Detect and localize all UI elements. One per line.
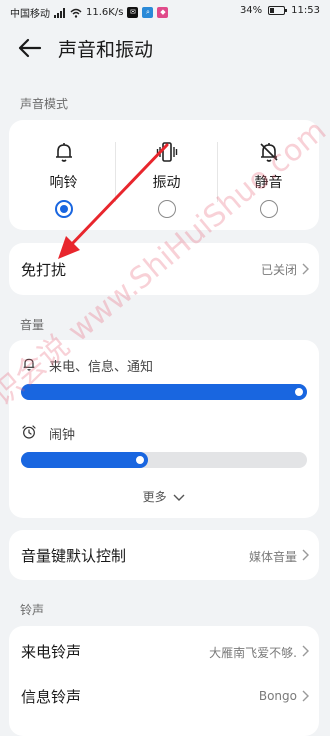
volume-ring-slider[interactable] [21, 384, 307, 400]
ringtone-row-call[interactable]: 来电铃声 大雁南飞爱不够. [9, 626, 319, 672]
bell-icon [23, 358, 35, 371]
page-title: 声音和振动 [58, 39, 154, 61]
volume-ring-fill [21, 384, 307, 400]
carrier-label: 中国移动 [10, 9, 50, 20]
dnd-row[interactable]: 免打扰 已关闭 [9, 243, 319, 295]
signal-icon [54, 7, 65, 18]
section-label-sound-mode: 声音模式 [20, 97, 69, 111]
battery-percent: 34% [239, 5, 263, 16]
search-app-icon: ⌕ [142, 7, 154, 18]
arrow-left-icon[interactable] [16, 36, 42, 60]
chevron-right-icon [302, 549, 309, 561]
volume-card: 来电、信息、通知 闹钟 更多 [9, 340, 319, 518]
ringtone-call-value: 大雁南飞爱不够. [209, 646, 297, 660]
volume-key-row[interactable]: 音量键默认控制 媒体音量 [9, 530, 319, 580]
mode-vibrate-radio[interactable] [158, 200, 176, 218]
mode-vibrate-label: 振动 [152, 175, 181, 191]
app-notification-icon-2: ◆ [157, 7, 169, 18]
section-label-volume: 音量 [20, 318, 45, 332]
mode-ring-label: 响铃 [49, 175, 78, 191]
mode-ring-radio[interactable] [55, 200, 73, 218]
vibrate-icon [156, 142, 178, 162]
volume-alarm-slider[interactable] [21, 452, 307, 468]
header: 声音和振动 [0, 28, 330, 68]
alarm-clock-icon [22, 425, 36, 439]
chevron-right-icon [302, 690, 309, 702]
network-speed: 11.6K/s [86, 7, 124, 18]
mode-silent-radio[interactable] [260, 200, 278, 218]
app-notification-icon: ✉ [127, 7, 139, 18]
status-bar: 中国移动 11.6K/s ✉ ⌕ ◆ 34% 11:53 [0, 0, 330, 24]
mode-vibrate[interactable]: 振动 [115, 120, 218, 230]
volume-alarm-fill [21, 452, 148, 468]
ringtone-row-message[interactable]: 信息铃声 Bongo [9, 672, 319, 718]
more-button[interactable]: 更多 [9, 488, 319, 505]
chevron-right-icon [302, 645, 309, 657]
sound-mode-card: 响铃 振动 静音 [9, 120, 319, 230]
volume-ring-label: 来电、信息、通知 [49, 360, 154, 375]
dnd-title: 免打扰 [21, 261, 67, 279]
dnd-value: 已关闭 [260, 263, 297, 277]
volume-key-title: 音量键默认控制 [21, 547, 127, 565]
mode-silent[interactable]: 静音 [217, 120, 320, 230]
battery-icon [268, 6, 288, 15]
mode-silent-label: 静音 [254, 175, 283, 191]
ringtone-message-value: Bongo [258, 689, 297, 703]
volume-ring-knob[interactable] [293, 386, 305, 398]
clock: 11:53 [291, 5, 320, 16]
volume-alarm-label: 闹钟 [49, 428, 76, 443]
chevron-down-icon [173, 494, 185, 501]
volume-key-value: 媒体音量 [248, 550, 297, 564]
bell-icon [56, 143, 72, 162]
mode-ring[interactable]: 响铃 [12, 120, 115, 230]
ringtone-message-title: 信息铃声 [21, 688, 82, 706]
chevron-right-icon [302, 263, 309, 275]
wifi-icon [70, 8, 82, 18]
section-label-ringtone: 铃声 [20, 603, 45, 617]
bell-off-icon [260, 143, 278, 162]
more-label: 更多 [142, 490, 167, 504]
volume-alarm-knob[interactable] [134, 454, 146, 466]
ringtone-call-title: 来电铃声 [21, 643, 82, 661]
